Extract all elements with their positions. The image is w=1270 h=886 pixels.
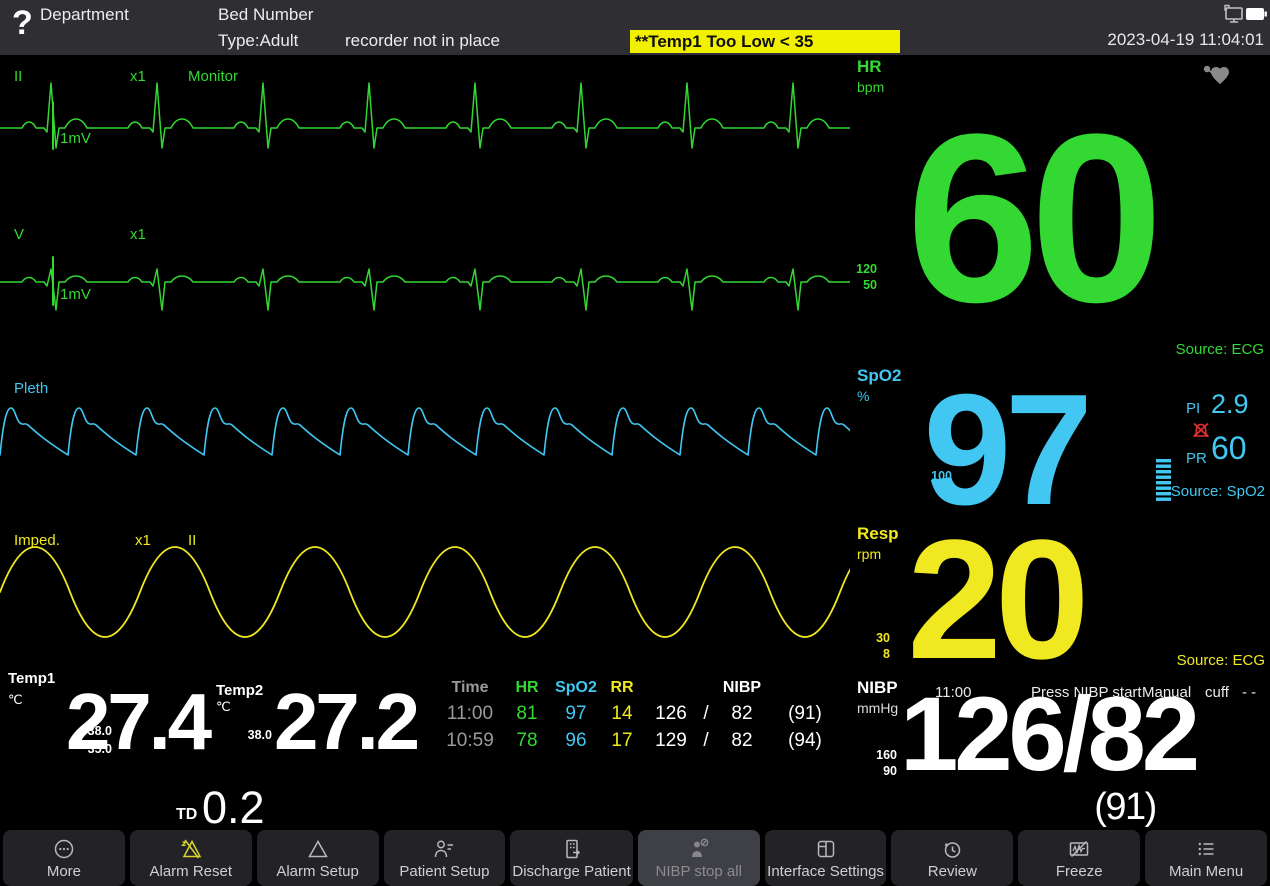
discharge-patient-button[interactable]: Discharge Patient: [510, 830, 632, 886]
freeze-icon: [1066, 837, 1092, 861]
network-monitor-icon: [1222, 4, 1244, 24]
resp-wave-label[interactable]: Imped.: [14, 532, 60, 549]
nibp-value: 126/82: [900, 682, 1196, 787]
ecg-lead2-waveform[interactable]: [0, 60, 850, 185]
nibp-unit: mmHg: [857, 700, 898, 716]
alarm-setup-button[interactable]: Alarm Setup: [257, 830, 379, 886]
nibp-map-value: (91): [1065, 788, 1185, 826]
more-button[interactable]: More: [3, 830, 125, 886]
trend-row: 10:59 78 96 17 129 / 82 (94): [438, 727, 850, 754]
temp2-tile[interactable]: Temp2 ℃ 38.0 27.2: [210, 666, 460, 778]
resp-label: Resp: [857, 524, 899, 544]
battery-icon: [1245, 7, 1268, 21]
ecg1-cal-label: 1mV: [60, 130, 91, 147]
temp-diff-label: TD: [176, 806, 197, 824]
interface-settings-icon: [813, 837, 839, 861]
discharge-patient-icon: [559, 837, 585, 861]
alarm-reset-icon: [178, 837, 204, 861]
hr-source-text: Source: ECG: [1176, 341, 1264, 358]
resp-tile[interactable]: Resp rpm 20 30 8 Source: ECG: [845, 514, 1270, 672]
resp-waveform[interactable]: [0, 528, 850, 658]
spo2-alarm-limits: 100 90: [912, 469, 952, 500]
patient-type-label[interactable]: Type:Adult: [218, 31, 298, 51]
spo2-unit: %: [857, 388, 869, 404]
resp-alarm-limits: 30 8: [857, 631, 890, 662]
freeze-button[interactable]: Freeze: [1018, 830, 1140, 886]
resp-unit: rpm: [857, 546, 881, 562]
trend-header-hr: HR: [502, 679, 552, 697]
trend-header-time: Time: [438, 679, 502, 697]
main-menu-icon: [1193, 837, 1219, 861]
ecg1-filter-mode-label: Monitor: [188, 68, 238, 85]
bed-number-label[interactable]: Bed Number: [218, 5, 313, 25]
trend-header-rr: RR: [600, 679, 644, 697]
paced-heart-icon: [1200, 60, 1234, 90]
alarm-message-banner[interactable]: **Temp1 Too Low < 35: [630, 30, 900, 53]
top-bar: ? Department Bed Number Type:Adult recor…: [0, 0, 1270, 55]
pr-value: 60: [1211, 430, 1247, 467]
ecg2-cal-label: 1mV: [60, 286, 91, 303]
ecg-leadv-waveform[interactable]: [0, 222, 850, 332]
resp-source-text: Source: ECG: [1177, 652, 1265, 669]
nibp-alarm-limits: 160 90: [860, 748, 897, 779]
review-button[interactable]: Review: [891, 830, 1013, 886]
alarm-message-text: **Temp1 Too Low < 35: [635, 32, 813, 51]
review-icon: [939, 837, 965, 861]
ecg1-lead-label[interactable]: II: [14, 68, 22, 85]
nibp-stop-all-icon: [686, 837, 712, 861]
hr-unit: bpm: [857, 79, 884, 95]
temp1-label: Temp1: [8, 670, 55, 687]
bottom-toolbar: More Alarm Reset Alarm Setup Patient Set…: [0, 830, 1270, 886]
pi-value: 2.9: [1211, 389, 1249, 420]
temp2-alarm-limits: 38.0: [232, 726, 272, 744]
nibp-label: NIBP: [857, 678, 898, 698]
spo2-label: SpO2: [857, 366, 901, 386]
nibp-cuff: cuff: [1205, 684, 1229, 701]
alarm-off-bell-icon: [1189, 421, 1213, 443]
temp1-value: 27.4: [66, 682, 209, 762]
ecg1-gain-label: x1: [130, 68, 146, 85]
help-icon[interactable]: ?: [12, 1, 33, 45]
nibp-tile[interactable]: NIBP mmHg 11:00 Press NIBP start Manual …: [845, 672, 1270, 830]
nibp-interval: - -: [1242, 684, 1256, 701]
patient-setup-button[interactable]: Patient Setup: [384, 830, 506, 886]
spo2-tile[interactable]: SpO2 % 97 100 90 PI 2.9 PR 60 Source: Sp…: [845, 362, 1270, 514]
resp-lead-label: II: [188, 532, 196, 549]
hr-value: 60: [865, 98, 1195, 338]
alarm-reset-button[interactable]: Alarm Reset: [130, 830, 252, 886]
trend-row: 11:00 81 97 14 126 / 82 (91): [438, 700, 850, 727]
temp-diff-value: 0.2: [202, 782, 265, 834]
ecg2-lead-label[interactable]: V: [14, 226, 24, 243]
resp-value: 20: [900, 515, 1090, 685]
trend-header-spo2: SpO2: [552, 679, 600, 697]
recorder-status-text: recorder not in place: [345, 31, 500, 51]
alarm-setup-icon: [305, 837, 331, 861]
more-icon: [51, 837, 77, 861]
department-label[interactable]: Department: [40, 5, 129, 25]
ecg2-gain-label: x1: [130, 226, 146, 243]
trend-header-nibp: NIBP: [644, 679, 840, 697]
main-menu-button[interactable]: Main Menu: [1145, 830, 1267, 886]
hr-label: HR: [857, 57, 882, 77]
temp2-unit: ℃: [216, 699, 231, 715]
hr-tile[interactable]: HR bpm 60 120 50 Source: ECG: [845, 55, 1270, 360]
temp2-label: Temp2: [216, 682, 263, 699]
pleth-label[interactable]: Pleth: [14, 380, 48, 397]
nibp-stop-all-button[interactable]: NIBP stop all: [638, 830, 760, 886]
temp2-value: 27.2: [274, 682, 417, 762]
trend-table: Time HR SpO2 RR NIBP 11:00 81 97 14 126 …: [438, 675, 850, 754]
pi-label: PI: [1186, 400, 1200, 417]
spo2-source-text: Source: SpO2: [1171, 483, 1265, 500]
temp1-unit: ℃: [8, 692, 23, 708]
patient-setup-icon: [431, 837, 457, 861]
trend-header-row: Time HR SpO2 RR NIBP: [438, 675, 850, 700]
hr-alarm-limits: 120 50: [845, 262, 877, 293]
interface-settings-button[interactable]: Interface Settings: [765, 830, 887, 886]
temp1-tile[interactable]: Temp1 ℃ 38.0 35.0 27.4: [0, 666, 228, 778]
pr-label: PR: [1186, 450, 1207, 467]
patient-monitor-screen: ? Department Bed Number Type:Adult recor…: [0, 0, 1270, 886]
pleth-waveform[interactable]: [0, 374, 850, 484]
datetime-text: 2023-04-19 11:04:01: [1107, 30, 1264, 50]
resp-gain-label: x1: [135, 532, 151, 549]
